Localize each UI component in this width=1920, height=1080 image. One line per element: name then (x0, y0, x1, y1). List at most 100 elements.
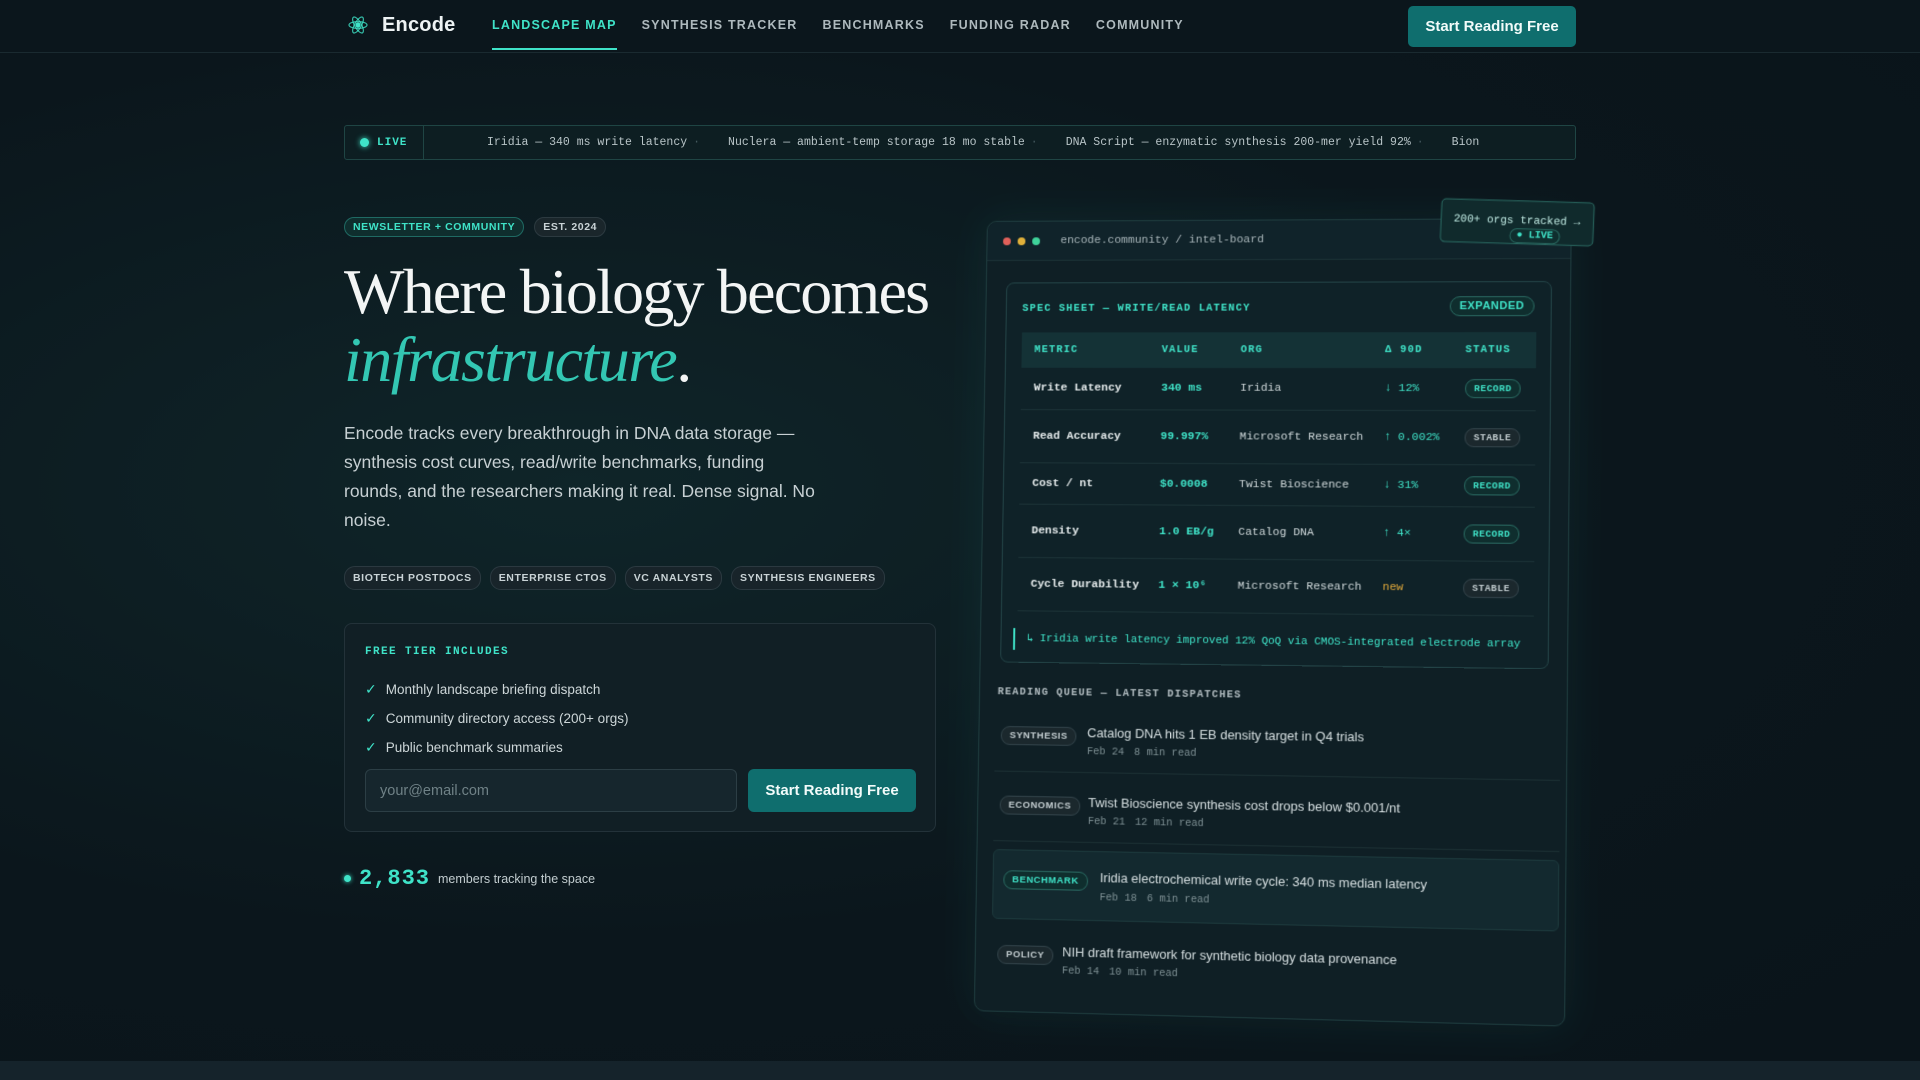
ticker-item[interactable]: Nuclera — ambient-temp storage 18 mo sta… (728, 136, 1038, 149)
newsletter-community-badge: NEWSLETTER + COMMUNITY (344, 217, 525, 237)
status-badge: STABLE (1463, 578, 1520, 598)
expanded-badge[interactable]: EXPANDED (1449, 296, 1535, 317)
dispatch-title: Iridia electrochemical write cycle: 340 … (1099, 870, 1428, 893)
cell-status: RECORD (1450, 464, 1536, 507)
window-close-icon (1003, 236, 1011, 245)
intel-board-window: encode.community / intel-board SPEC SHEE… (973, 217, 1572, 1027)
cell-status: RECORD (1450, 506, 1535, 562)
cell-org: Microsoft Research (1224, 558, 1370, 614)
status-badge: RECORD (1464, 475, 1521, 496)
category-tag: ECONOMICS (999, 795, 1081, 816)
nav-link-benchmarks[interactable]: BENCHMARKS (822, 0, 924, 50)
free-tier-item: ✓ Public benchmark summaries (365, 739, 563, 755)
check-icon: ✓ (365, 681, 377, 697)
cell-metric: Read Accuracy (1019, 409, 1149, 463)
hero-description: Encode tracks every breakthrough in DNA … (344, 423, 815, 530)
check-icon: ✓ (365, 739, 377, 755)
status-badge: RECORD (1464, 379, 1521, 399)
list-item[interactable]: SYNTHESIS Catalog DNA hits 1 EB density … (994, 710, 1561, 781)
table-row[interactable]: Write Latency 340 ms Iridia ↓ 12% RECORD (1020, 367, 1537, 411)
cell-value: 340 ms (1148, 367, 1228, 410)
dispatch-title: Catalog DNA hits 1 EB density target in … (1087, 725, 1365, 745)
category-tag: POLICY (997, 944, 1054, 966)
status-dot-icon (344, 875, 351, 882)
table-row[interactable]: Cost / nt $0.0008 Twist Bioscience ↓ 31%… (1019, 462, 1536, 507)
dispatch-title: NIH draft framework for synthetic biolog… (1062, 944, 1397, 968)
reading-queue-title: READING QUEUE — LATEST DISPATCHES (997, 686, 1242, 702)
cell-metric: Cost / nt (1019, 462, 1148, 505)
status-badge: STABLE (1464, 427, 1521, 447)
email-input[interactable] (365, 769, 737, 812)
orgs-tracked-badge[interactable]: 200+ orgs tracked → ● LIVE (1439, 198, 1595, 247)
ticker-live-label: LIVE (377, 136, 408, 149)
page-bottom-strip (0, 1061, 1920, 1080)
cell-delta: new (1369, 559, 1451, 615)
hero-headline: Where biology becomes infrastructure. (344, 258, 964, 394)
column-header-delta: Δ 90D (1371, 332, 1453, 369)
ticker-items: Iridia — 340 ms write latency · Nuclera —… (487, 126, 1507, 159)
table-row[interactable]: Cycle Durability 1 × 10⁶ Microsoft Resea… (1017, 556, 1535, 616)
free-tier-title: FREE TIER INCLUDES (365, 646, 510, 658)
nav-link-synthesis-tracker[interactable]: SYNTHESIS TRACKER (642, 0, 798, 50)
audience-tags: BIOTECH POSTDOCS ENTERPRISE CTOS VC ANAL… (344, 566, 885, 590)
table-row[interactable]: Read Accuracy 99.997% Microsoft Research… (1019, 409, 1536, 465)
dispatch-meta: Feb 24 8 min read (1086, 746, 1197, 760)
dispatch-title: Twist Bioscience synthesis cost drops be… (1088, 795, 1401, 816)
window-minimize-icon (1017, 236, 1026, 245)
cell-org: Iridia (1227, 367, 1372, 410)
window-url: encode.community / intel-board (1060, 233, 1264, 248)
cell-metric: Density (1018, 503, 1147, 558)
nav-link-funding-radar[interactable]: FUNDING RADAR (950, 0, 1071, 50)
free-tier-item: ✓ Monthly landscape briefing dispatch (365, 681, 601, 697)
headline-line-2: infrastructure. (344, 324, 692, 395)
status-badge: RECORD (1463, 523, 1520, 544)
spec-table: METRIC VALUE ORG Δ 90D STATUS Write Late… (1017, 332, 1537, 616)
cell-value: $0.0008 (1146, 462, 1227, 505)
column-header-org: ORG (1227, 332, 1373, 369)
window-maximize-icon (1032, 236, 1041, 245)
established-badge: EST. 2024 (534, 217, 607, 237)
category-tag: SYNTHESIS (1000, 725, 1077, 746)
headline-line-1: Where biology becomes (344, 256, 930, 327)
cell-delta: ↑ 0.002% (1370, 409, 1452, 465)
dispatch-meta: Feb 21 12 min read (1087, 815, 1204, 831)
cell-metric: Cycle Durability (1017, 556, 1146, 612)
audience-tag: ENTERPRISE CTOS (489, 566, 616, 590)
cell-delta: ↓ 31% (1370, 463, 1452, 507)
spec-sheet-note: ↳ Iridia write latency improved 12% QoQ … (1013, 628, 1538, 657)
list-item[interactable]: BENCHMARK Iridia electrochemical write c… (992, 849, 1560, 932)
ticker-item[interactable]: Bion (1452, 136, 1480, 149)
hero-tags: NEWSLETTER + COMMUNITY EST. 2024 (344, 217, 607, 237)
table-row[interactable]: Density 1.0 EB/g Catalog DNA ↑ 4× RECORD (1018, 503, 1535, 562)
dispatch-meta: Feb 18 6 min read (1099, 892, 1210, 907)
list-item[interactable]: POLICY NIH draft framework for synthetic… (991, 929, 1559, 1005)
nav-link-community[interactable]: COMMUNITY (1096, 0, 1184, 50)
cell-metric: Write Latency (1020, 367, 1149, 410)
free-tier-card: FREE TIER INCLUDES ✓ Monthly landscape br… (344, 623, 936, 832)
top-nav: Encode LANDSCAPE MAP SYNTHESIS TRACKER B… (0, 0, 1920, 53)
members-counter: 2,833 members tracking the space (344, 866, 595, 891)
members-count: 2,833 (359, 866, 431, 891)
free-tier-item: ✓ Community directory access (200+ orgs) (365, 710, 629, 726)
column-header-metric: METRIC (1021, 332, 1150, 368)
atom-logo-icon (348, 16, 368, 34)
dispatch-meta: Feb 14 10 min read (1061, 965, 1178, 981)
floating-live-badge: ● LIVE (1509, 228, 1561, 245)
members-label: members tracking the space (438, 871, 596, 886)
brand-name: Encode (382, 13, 456, 36)
audience-tag: VC ANALYSTS (624, 566, 723, 590)
nav-start-reading-button[interactable]: Start Reading Free (1408, 6, 1576, 47)
cell-org: Catalog DNA (1225, 504, 1371, 560)
orgs-tracked-text: 200+ orgs tracked → (1453, 213, 1581, 230)
news-ticker: LIVE Iridia — 340 ms write latency · Nucl… (344, 125, 1576, 160)
ticker-item[interactable]: Iridia — 340 ms write latency · (487, 136, 700, 149)
live-dot-icon (360, 138, 369, 147)
ticker-item[interactable]: DNA Script — enzymatic synthesis 200-mer… (1066, 136, 1424, 149)
audience-tag: BIOTECH POSTDOCS (344, 566, 481, 590)
cell-delta: ↓ 12% (1371, 368, 1453, 411)
nav-link-landscape-map[interactable]: LANDSCAPE MAP (492, 0, 617, 50)
audience-tag: SYNTHESIS ENGINEERS (731, 566, 885, 590)
start-reading-button[interactable]: Start Reading Free (748, 769, 916, 812)
brand[interactable]: Encode (346, 13, 455, 37)
list-item[interactable]: ECONOMICS Twist Bioscience synthesis cos… (993, 779, 1560, 853)
